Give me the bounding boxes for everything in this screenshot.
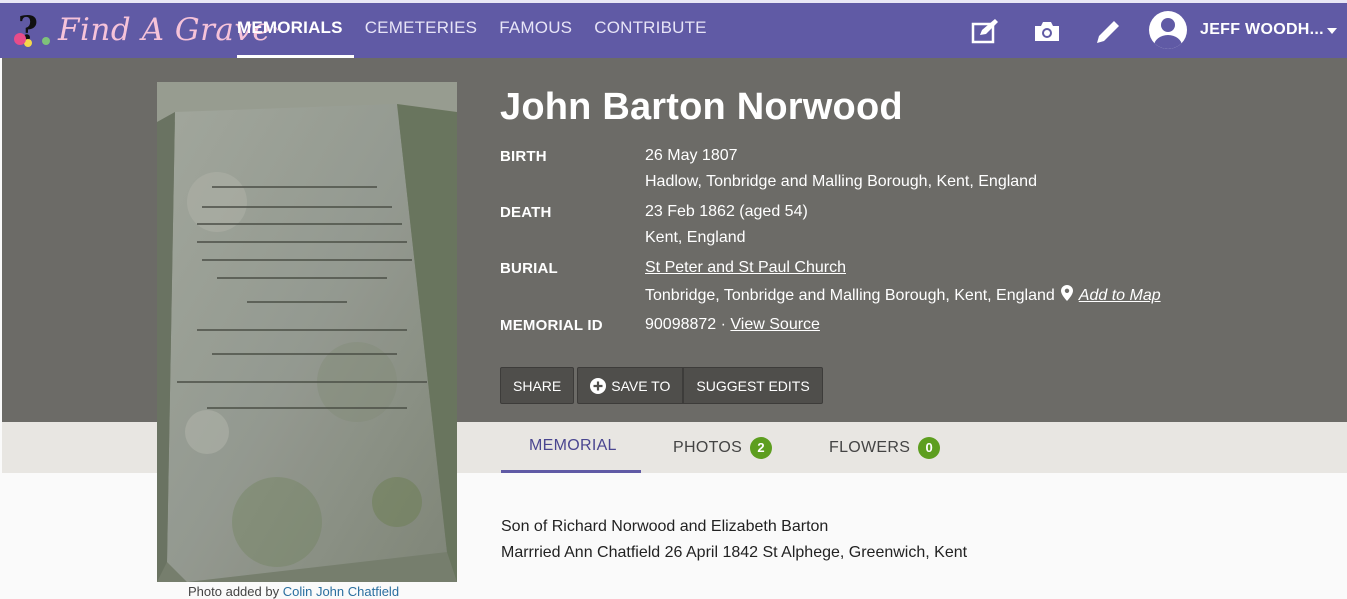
tab-memorial[interactable]: MEMORIAL [529, 437, 617, 455]
chevron-down-icon[interactable] [1327, 28, 1337, 34]
plus-circle-icon [590, 377, 607, 394]
memorial-name: John Barton Norwood [500, 86, 903, 128]
flowers-count-badge: 0 [918, 437, 941, 459]
death-label: DEATH [500, 204, 552, 221]
tab-flowers-label: FLOWERS [829, 439, 911, 456]
user-menu-name[interactable]: JEFF WOODH... [1200, 21, 1324, 39]
birth-date: 26 May 1807 [645, 147, 738, 164]
memorial-id-label: MEMORIAL ID [500, 317, 603, 334]
logo-question-mark-icon: ? [14, 9, 54, 51]
camera-icon[interactable] [1032, 17, 1062, 45]
share-button[interactable]: SHARE [500, 367, 575, 404]
active-tab-indicator [501, 470, 641, 473]
suggest-edits-button[interactable]: SUGGEST EDITS [683, 367, 823, 404]
memorial-actions: SHARE SAVE TO SUGGEST EDITS [500, 367, 823, 404]
burial-cemetery-link[interactable]: St Peter and St Paul Church [645, 259, 846, 276]
map-pin-icon[interactable] [1060, 285, 1073, 301]
view-source-link[interactable]: View Source [730, 316, 820, 333]
id-separator: · [716, 316, 731, 333]
death-date: 23 Feb 1862 (aged 54) [645, 203, 808, 220]
nav-memorials[interactable]: MEMORIALS [226, 3, 354, 58]
photo-author-link[interactable]: Colin John Chatfield [283, 584, 399, 599]
birth-label: BIRTH [500, 148, 547, 165]
save-to-label: SAVE TO [611, 377, 671, 394]
tab-flowers[interactable]: FLOWERS 0 [829, 437, 941, 459]
gravestone-photo[interactable] [157, 82, 457, 582]
photo-caption: Photo added by Colin John Chatfield [188, 584, 399, 599]
memorial-id-row: 90098872 · View Source [645, 316, 820, 334]
edit-note-icon[interactable] [971, 17, 1001, 45]
burial-cemetery-row: St Peter and St Paul Church [645, 259, 846, 277]
nav-cemeteries[interactable]: CEMETERIES [354, 3, 489, 58]
tab-memorial-label: MEMORIAL [529, 437, 617, 454]
pencil-icon[interactable] [1093, 17, 1123, 45]
burial-place: Tonbridge, Tonbridge and Malling Borough… [645, 287, 1055, 304]
tab-photos-label: PHOTOS [673, 439, 743, 456]
save-to-button[interactable]: SAVE TO [577, 367, 684, 404]
burial-label: BURIAL [500, 260, 558, 277]
nav-contribute[interactable]: CONTRIBUTE [583, 3, 718, 58]
main-nav: MEMORIALS CEMETERIES FAMOUS CONTRIBUTE [226, 3, 718, 58]
tab-photos[interactable]: PHOTOS 2 [673, 437, 773, 459]
memorial-id-value: 90098872 [645, 316, 717, 333]
memorial-bio: Son of Richard Norwood and Elizabeth Bar… [501, 514, 967, 566]
nav-famous[interactable]: FAMOUS [488, 3, 583, 58]
top-navbar: ? Find A Grave ™ MEMORIALS CEMETERIES FA… [0, 0, 1347, 58]
burial-place-row: Tonbridge, Tonbridge and Malling Borough… [645, 285, 1161, 305]
photos-count-badge: 2 [750, 437, 773, 459]
death-place: Kent, England [645, 229, 746, 246]
user-avatar[interactable] [1149, 11, 1187, 49]
add-to-map-link[interactable]: Add to Map [1079, 287, 1161, 304]
bio-line-2: Marrried Ann Chatfield 26 April 1842 St … [501, 544, 968, 561]
photo-caption-prefix: Photo added by [188, 584, 283, 599]
birth-place: Hadlow, Tonbridge and Malling Borough, K… [645, 173, 1037, 190]
bio-line-1: Son of Richard Norwood and Elizabeth Bar… [501, 518, 829, 535]
